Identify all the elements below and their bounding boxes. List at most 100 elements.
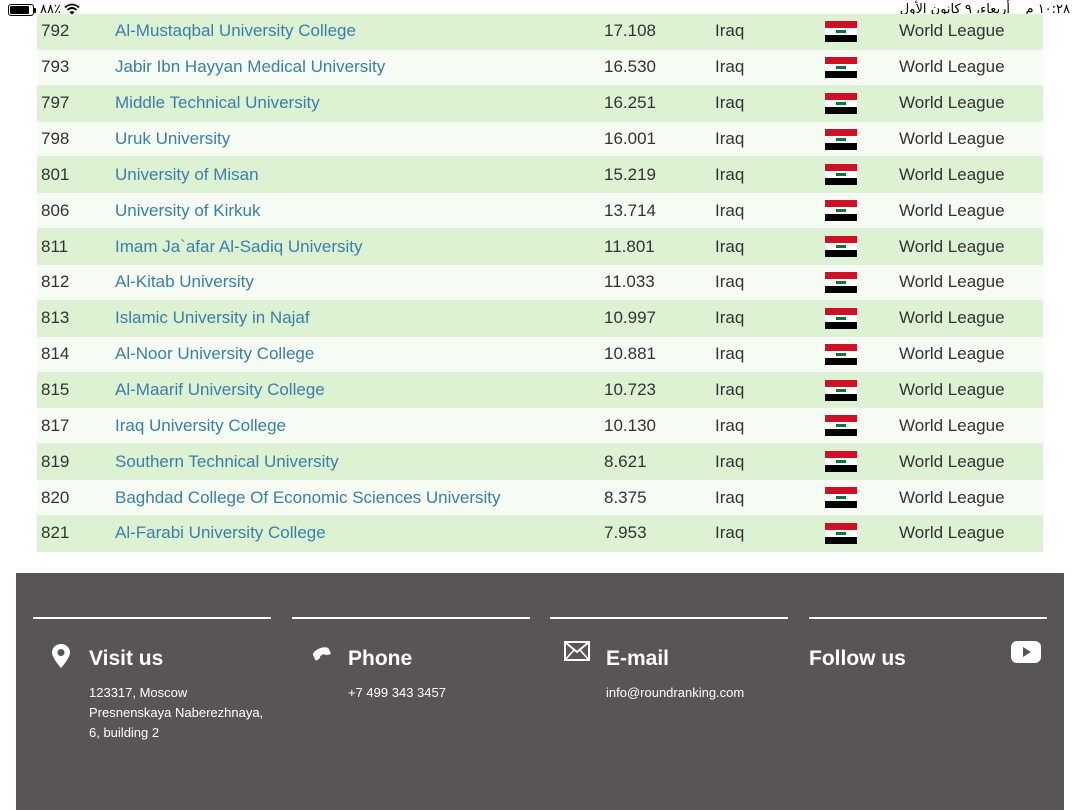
table-row: 811 Imam Ja`afar Al-Sadiq University 11.80… xyxy=(37,229,1043,266)
country-cell: Iraq xyxy=(715,451,745,471)
ranking-table: 792 Al-Mustaqbal University College 17.108… xyxy=(37,14,1043,552)
flag-iraq-icon xyxy=(825,229,857,264)
university-link[interactable]: Islamic University in Najaf xyxy=(115,301,310,336)
country-cell: Iraq xyxy=(715,415,745,435)
league-cell: World League xyxy=(899,93,1005,113)
rank-cell: 806 xyxy=(41,200,70,220)
table-row: 812 Al-Kitab University 11.033 Iraq World Le… xyxy=(37,265,1043,301)
score-cell: 15.219 xyxy=(604,164,656,184)
table-row: 798 Uruk University 16.001 Iraq World League xyxy=(37,121,1043,158)
table-row: 801 University of Misan 15.219 Iraq World Le… xyxy=(37,157,1043,194)
league-cell: World League xyxy=(899,523,1005,543)
footer-phone-number[interactable]: +7 499 343 3457 xyxy=(348,683,446,703)
table-row: 793 Jabir Ibn Hayyan Medical University 16… xyxy=(37,49,1043,86)
score-cell: 11.033 xyxy=(604,272,655,292)
location-pin-icon xyxy=(52,644,70,668)
league-cell: World League xyxy=(899,57,1005,77)
rank-cell: 817 xyxy=(41,415,70,435)
rank-cell: 820 xyxy=(41,487,70,507)
country-cell: Iraq xyxy=(715,129,745,148)
score-cell: 16.530 xyxy=(604,57,656,77)
table-row: 797 Middle Technical University 16.251 Iraq… xyxy=(37,85,1043,122)
site-footer: Visit us 123317, Moscow Presnenskaya Nab… xyxy=(16,573,1064,810)
footer-phone-column: Phone +7 499 343 3457 xyxy=(292,617,530,797)
footer-visit-title: Visit us xyxy=(89,647,164,670)
country-cell: Iraq xyxy=(715,380,745,400)
country-cell: Iraq xyxy=(715,164,745,184)
league-cell: World League xyxy=(899,344,1005,364)
flag-iraq-icon xyxy=(825,193,857,228)
university-link[interactable]: Middle Technical University xyxy=(115,86,320,121)
flag-iraq-icon xyxy=(825,373,857,408)
score-cell: 11.801 xyxy=(604,236,655,256)
league-cell: World League xyxy=(899,236,1005,256)
university-link[interactable]: University of Kirkuk xyxy=(115,193,260,228)
rank-cell: 813 xyxy=(41,308,70,328)
table-row: 815 Al-Maarif University College 10.723 Ira… xyxy=(37,372,1043,409)
country-cell: Iraq xyxy=(715,272,745,292)
flag-iraq-icon xyxy=(825,480,857,515)
rank-cell: 814 xyxy=(41,344,70,364)
footer-email-column: E-mail info@roundranking.com xyxy=(550,617,788,797)
youtube-icon[interactable] xyxy=(1011,641,1041,663)
league-cell: World League xyxy=(899,272,1005,292)
country-cell: Iraq xyxy=(715,21,745,41)
country-cell: Iraq xyxy=(715,93,745,113)
league-cell: World League xyxy=(899,21,1005,41)
phone-icon xyxy=(312,647,331,661)
flag-iraq-icon xyxy=(825,157,857,192)
university-link[interactable]: University of Misan xyxy=(115,157,259,192)
table-row: 792 Al-Mustaqbal University College 17.108… xyxy=(37,14,1043,50)
footer-visit-column: Visit us 123317, Moscow Presnenskaya Nab… xyxy=(33,617,271,797)
league-cell: World League xyxy=(899,200,1005,220)
university-link[interactable]: Al-Kitab University xyxy=(115,265,254,300)
university-link[interactable]: Al-Mustaqbal University College xyxy=(115,14,356,49)
country-cell: Iraq xyxy=(715,344,745,364)
university-link[interactable]: Iraq University College xyxy=(115,408,286,443)
score-cell: 10.130 xyxy=(604,415,656,435)
envelope-icon xyxy=(564,641,590,661)
university-link[interactable]: Southern Technical University xyxy=(115,444,339,479)
flag-iraq-icon xyxy=(825,301,857,336)
university-link[interactable]: Al-Noor University College xyxy=(115,337,314,372)
flag-iraq-icon xyxy=(825,444,857,479)
score-cell: 13.714 xyxy=(604,200,656,220)
footer-address: 123317, Moscow Presnenskaya Naberezhnaya… xyxy=(89,683,263,743)
country-cell: Iraq xyxy=(715,200,745,220)
country-cell: Iraq xyxy=(715,57,745,77)
university-link[interactable]: Al-Maarif University College xyxy=(115,373,325,408)
rank-cell: 801 xyxy=(41,164,70,184)
country-cell: Iraq xyxy=(715,308,745,328)
university-link[interactable]: Jabir Ibn Hayyan Medical University xyxy=(115,50,385,85)
league-cell: World League xyxy=(899,451,1005,471)
table-row: 814 Al-Noor University College 10.881 Iraq W… xyxy=(37,336,1043,373)
footer-follow-title: Follow us xyxy=(809,647,906,670)
score-cell: 10.881 xyxy=(604,344,656,364)
university-link[interactable]: Imam Ja`afar Al-Sadiq University xyxy=(115,229,363,264)
university-link[interactable]: Uruk University xyxy=(115,122,230,157)
score-cell: 10.997 xyxy=(604,308,656,328)
rank-cell: 819 xyxy=(41,451,70,471)
battery-tip xyxy=(34,8,36,13)
league-cell: World League xyxy=(899,129,1005,148)
score-cell: 17.108 xyxy=(604,21,656,41)
league-cell: World League xyxy=(899,380,1005,400)
footer-email-title: E-mail xyxy=(606,647,670,670)
country-cell: Iraq xyxy=(715,523,745,543)
flag-iraq-icon xyxy=(825,408,857,443)
score-cell: 16.251 xyxy=(604,93,656,113)
rank-cell: 821 xyxy=(41,523,70,543)
university-link[interactable]: Baghdad College Of Economic Sciences Uni… xyxy=(115,480,501,515)
league-cell: World League xyxy=(899,487,1005,507)
footer-email-address[interactable]: info@roundranking.com xyxy=(606,683,744,703)
rank-cell: 812 xyxy=(41,272,70,292)
footer-follow-column: Follow us xyxy=(809,617,1047,797)
score-cell: 16.001 xyxy=(604,129,656,148)
rank-cell: 798 xyxy=(41,129,70,148)
flag-iraq-icon xyxy=(825,265,857,300)
rank-cell: 793 xyxy=(41,57,70,77)
address-line: 6, building 2 xyxy=(89,725,160,740)
rank-cell: 811 xyxy=(41,236,69,256)
score-cell: 8.375 xyxy=(604,487,647,507)
university-link[interactable]: Al-Farabi University College xyxy=(115,516,326,551)
